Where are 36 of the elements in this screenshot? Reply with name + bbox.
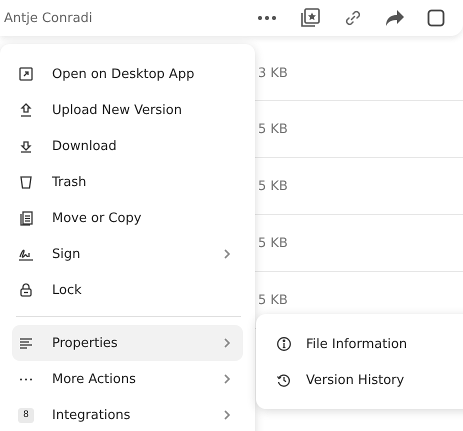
chevron-right-icon — [223, 249, 231, 259]
chevron-right-icon — [223, 338, 231, 348]
chevron-right-icon — [223, 374, 231, 384]
info-icon — [276, 336, 292, 352]
chevron-right-icon — [223, 410, 231, 420]
collection-star-icon[interactable] — [299, 7, 321, 29]
upload-icon — [18, 102, 34, 118]
file-size: 5 KB — [258, 178, 288, 194]
copy-icon — [18, 210, 34, 226]
menu-item[interactable]: Move or Copy — [12, 200, 243, 236]
owner-name: Antje Conradi — [4, 10, 92, 26]
menu-item[interactable]: Version History — [276, 362, 463, 398]
file-size: 5 KB — [258, 292, 288, 308]
menu-item[interactable]: Sign — [12, 236, 243, 272]
link-icon[interactable] — [343, 8, 363, 28]
menu-item[interactable]: Open on Desktop App — [12, 56, 243, 92]
menu-item[interactable]: Properties — [12, 325, 243, 361]
menu-item[interactable]: File Information — [276, 326, 463, 362]
more-icon — [20, 378, 32, 380]
menu-item[interactable]: Trash — [12, 164, 243, 200]
history-icon — [276, 372, 292, 388]
lock-icon — [18, 282, 34, 298]
menu-item[interactable]: Download — [12, 128, 243, 164]
menu-item[interactable]: 8 Integrations — [12, 397, 243, 431]
file-size: 5 KB — [258, 122, 288, 136]
menu-item[interactable]: More Actions — [12, 361, 243, 397]
menu-item[interactable]: Upload New Version — [12, 92, 243, 128]
menu-item[interactable]: Lock — [12, 272, 243, 308]
share-arrow-icon[interactable] — [385, 9, 405, 27]
external-link-icon — [18, 66, 34, 82]
checkbox[interactable] — [427, 9, 445, 27]
file-size: 5 KB — [258, 236, 288, 250]
count-badge: 8 — [18, 408, 34, 422]
more-icon[interactable] — [257, 15, 277, 21]
file-size: 3 KB — [258, 66, 288, 80]
trash-icon — [18, 174, 34, 190]
